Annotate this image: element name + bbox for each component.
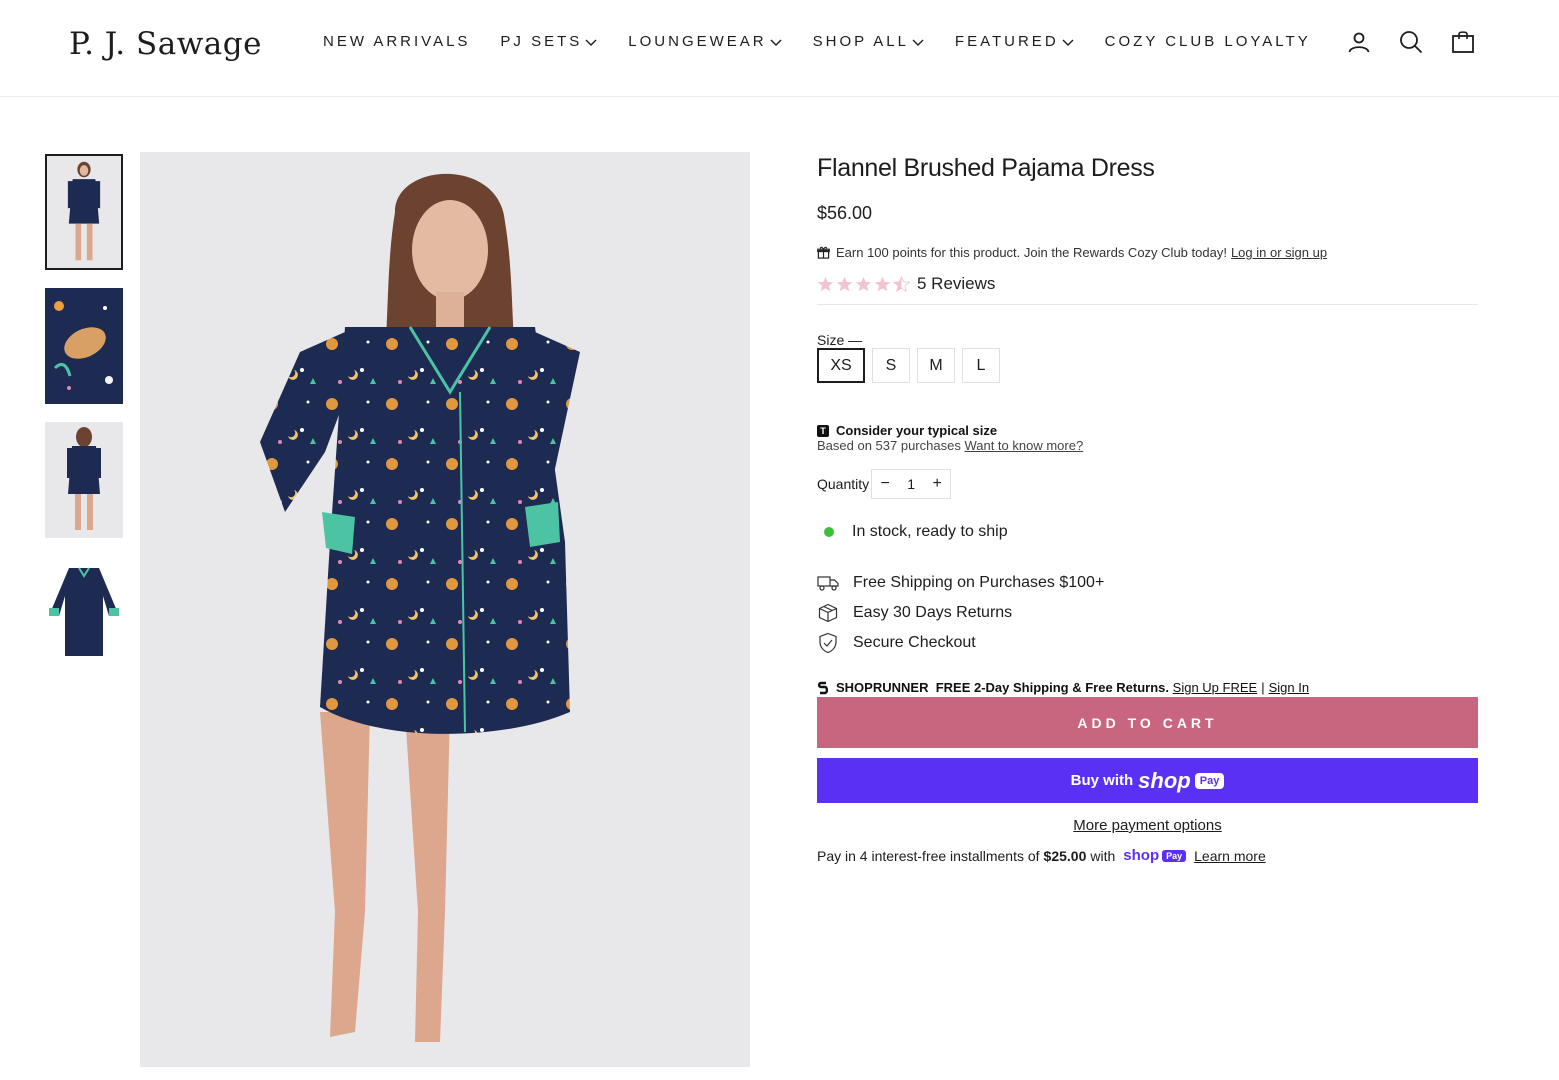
account-icon[interactable] <box>1346 28 1372 56</box>
star-icon <box>874 276 891 291</box>
perk-text: Free Shipping on Purchases $100+ <box>853 574 1105 591</box>
quantity-row: Quantity − 1 + <box>817 469 1478 499</box>
rewards-text: Earn 100 points for this product. Join t… <box>836 245 1227 260</box>
shop-logo-text: shop <box>1138 767 1191 793</box>
shop-pay-badge: Pay <box>1162 849 1187 862</box>
quantity-decrease-button[interactable]: − <box>872 470 898 498</box>
shop-pay-logo-text: shop <box>1123 847 1160 864</box>
cart-icon[interactable] <box>1450 28 1476 56</box>
thumbnail-flat-lay[interactable] <box>45 556 123 672</box>
quantity-increase-button[interactable]: + <box>924 470 950 498</box>
rewards-banner: Earn 100 points for this product. Join t… <box>817 245 1478 260</box>
nav-label: FEATURED <box>954 33 1059 50</box>
rewards-login-link[interactable]: Log in or sign up <box>1231 245 1327 260</box>
rating-stars[interactable] <box>817 275 910 293</box>
installments-info: Pay in 4 interest-free installments of $… <box>817 847 1478 864</box>
box-icon <box>817 602 839 624</box>
size-option-xs[interactable]: XS <box>817 348 865 383</box>
chevron-down-icon <box>912 39 924 46</box>
nav-item-pj-sets[interactable]: PJ SETS <box>500 33 598 50</box>
size-option-l[interactable]: L <box>962 348 1000 383</box>
installments-prefix: Pay in 4 interest-free installments of <box>817 847 1040 864</box>
fit-subtext: Based on 537 purchases <box>817 438 961 453</box>
shoprunner-banner: SHOPRUNNER FREE 2-Day Shipping & Free Re… <box>817 680 1478 695</box>
product-rating: 5 Reviews <box>817 274 1478 305</box>
product-info: Flannel Brushed Pajama Dress $56.00 Earn… <box>817 152 1478 864</box>
installments-with: with <box>1090 847 1116 864</box>
pay-badge: Pay <box>1194 772 1225 789</box>
chevron-down-icon <box>770 39 782 46</box>
stock-status: In stock, ready to ship <box>817 523 1478 541</box>
in-stock-dot-icon <box>824 527 834 537</box>
thumbnail-front[interactable] <box>45 154 123 270</box>
size-label: Size — <box>817 332 863 348</box>
add-to-cart-button[interactable]: ADD TO CART <box>817 697 1478 748</box>
chevron-down-icon <box>1062 39 1074 46</box>
shoprunner-logo-icon <box>817 681 829 694</box>
true-fit-logo-icon: T <box>817 424 829 437</box>
perk-item: Easy 30 Days Returns <box>817 598 1478 628</box>
shoprunner-text: FREE 2-Day Shipping & Free Returns. <box>935 680 1170 695</box>
gift-icon <box>817 246 830 259</box>
shop-pay-buy-text: Buy with <box>1070 772 1134 789</box>
main-nav: NEW ARRIVALS PJ SETS LOUNGEWEAR SHOP ALL… <box>323 33 1341 50</box>
quantity-stepper: − 1 + <box>871 469 952 499</box>
site-header: P. J. Sawage NEW ARRIVALS PJ SETS LOUNGE… <box>0 0 1559 97</box>
header-icons <box>1346 28 1502 56</box>
installments-learn-more-link[interactable]: Learn more <box>1194 848 1266 864</box>
chevron-down-icon <box>585 39 597 46</box>
perk-text: Easy 30 Days Returns <box>853 604 1013 621</box>
star-icon <box>817 276 834 291</box>
product-main-image[interactable] <box>140 152 750 1067</box>
nav-item-cozy-club-loyalty[interactable]: COZY CLUB LOYALTY <box>1105 33 1311 50</box>
star-icon <box>836 276 853 291</box>
product-title: Flannel Brushed Pajama Dress <box>817 154 1155 182</box>
search-icon[interactable] <box>1398 28 1424 56</box>
size-option-s[interactable]: S <box>872 348 910 383</box>
nav-label: PJ SETS <box>500 33 583 50</box>
perk-item: Secure Checkout <box>817 628 1478 658</box>
thumbnail-back[interactable] <box>45 422 123 538</box>
quantity-input[interactable]: 1 <box>898 476 924 492</box>
size-option-m[interactable]: M <box>917 348 955 383</box>
nav-label: LOUNGEWEAR <box>628 33 767 50</box>
nav-label: COZY CLUB LOYALTY <box>1104 33 1311 50</box>
star-half-icon <box>893 275 910 292</box>
stock-text: In stock, ready to ship <box>852 523 1008 540</box>
brand-logo[interactable]: P. J. Sawage <box>69 26 262 62</box>
model-illustration <box>140 152 750 1067</box>
reviews-link[interactable]: 5 Reviews <box>917 274 995 294</box>
fit-learn-more-link[interactable]: Want to know more? <box>964 438 1083 453</box>
shoprunner-brand: SHOPRUNNER <box>836 680 929 695</box>
shield-check-icon <box>817 632 839 654</box>
shoprunner-separator: | <box>1261 680 1265 695</box>
thumbnail-print-detail[interactable] <box>45 288 123 404</box>
nav-item-shop-all[interactable]: SHOP ALL <box>813 33 925 50</box>
product-price: $56.00 <box>817 203 873 223</box>
fit-heading: Consider your typical size <box>836 423 998 438</box>
star-icon <box>855 276 872 291</box>
nav-label: NEW ARRIVALS <box>323 33 471 50</box>
buy-with-shop-pay-button[interactable]: Buy with shop Pay <box>817 758 1478 803</box>
perk-item: Free Shipping on Purchases $100+ <box>817 568 1478 598</box>
product-thumbnails <box>45 154 123 690</box>
fit-recommendation: T Consider your typical size Based on 53… <box>817 423 1478 453</box>
nav-label: SHOP ALL <box>812 33 909 50</box>
nav-item-featured[interactable]: FEATURED <box>955 33 1075 50</box>
truck-icon <box>817 572 839 594</box>
shoprunner-signin-link[interactable]: Sign In <box>1269 680 1309 695</box>
size-selector: XS S M L <box>817 348 1478 383</box>
installments-amount: $25.00 <box>1043 847 1087 864</box>
perk-text: Secure Checkout <box>853 634 976 651</box>
nav-item-new-arrivals[interactable]: NEW ARRIVALS <box>323 33 470 50</box>
shoprunner-signup-link[interactable]: Sign Up FREE <box>1173 680 1258 695</box>
more-payment-options-link[interactable]: More payment options <box>817 817 1478 834</box>
product-perks: Free Shipping on Purchases $100+ Easy 30… <box>817 568 1478 658</box>
quantity-label: Quantity <box>817 476 870 492</box>
nav-item-loungewear[interactable]: LOUNGEWEAR <box>628 33 782 50</box>
